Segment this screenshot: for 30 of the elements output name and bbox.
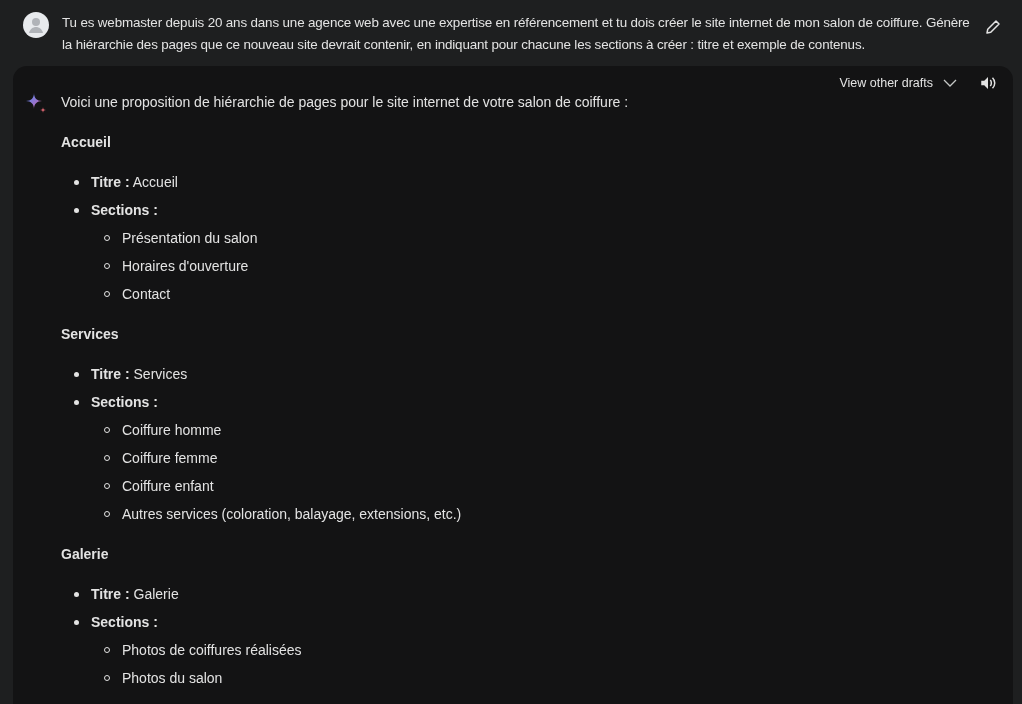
chevron-icon: [943, 78, 957, 88]
title-text: Titre : Galerie: [91, 585, 179, 604]
sections-label: Sections :: [91, 201, 158, 220]
bullet-icon: [74, 399, 79, 405]
section-item: Autres services (coloration, balayage, extensions, etc.): [122, 505, 462, 524]
view-drafts-button[interactable]: View other drafts: [839, 76, 957, 90]
page-heading: Accueil: [61, 133, 112, 152]
prompt-text: Tu es webmaster depuis 20 ans dans une agence web avec une expertise en référencement et tu dois créer le site internet de mon salon de coiffure. Génère la hiérarchie des pages que ce nouveau site devrait contenir, en indiquant pour chacune les sections à créer : titre et exemple de contenus.: [62, 14, 971, 54]
page-heading: Galerie: [61, 545, 110, 564]
section-item: Coiffure femme: [122, 449, 218, 468]
bullet-icon: [74, 207, 79, 213]
title-text: Titre : Services: [91, 365, 188, 384]
section-item: Présentation du salon: [122, 229, 258, 248]
section-item: Contact: [122, 285, 171, 304]
title-text: Titre : Accueil: [91, 173, 178, 192]
bullet-icon: [74, 179, 79, 185]
section-item: Coiffure enfant: [122, 477, 214, 496]
section-item: Coiffure homme: [122, 421, 222, 440]
section-item: Photos de coiffures réalisées: [122, 641, 302, 660]
section-item: Photos du salon: [122, 669, 223, 688]
section-item: Horaires d'ouverture: [122, 257, 249, 276]
page-heading: Services: [61, 325, 120, 344]
bullet-icon: [74, 371, 79, 377]
sections-label: Sections :: [91, 393, 158, 412]
intro-text: Voici une proposition de hiérarchie de pages pour le site internet de votre salon de coiffure :: [61, 93, 629, 112]
sections-label: Sections :: [91, 613, 158, 632]
edit-icon[interactable]: [984, 18, 1002, 36]
bullet-icon: [74, 619, 79, 625]
bullet-icon: [74, 591, 79, 597]
avatar-icon: [23, 12, 49, 38]
